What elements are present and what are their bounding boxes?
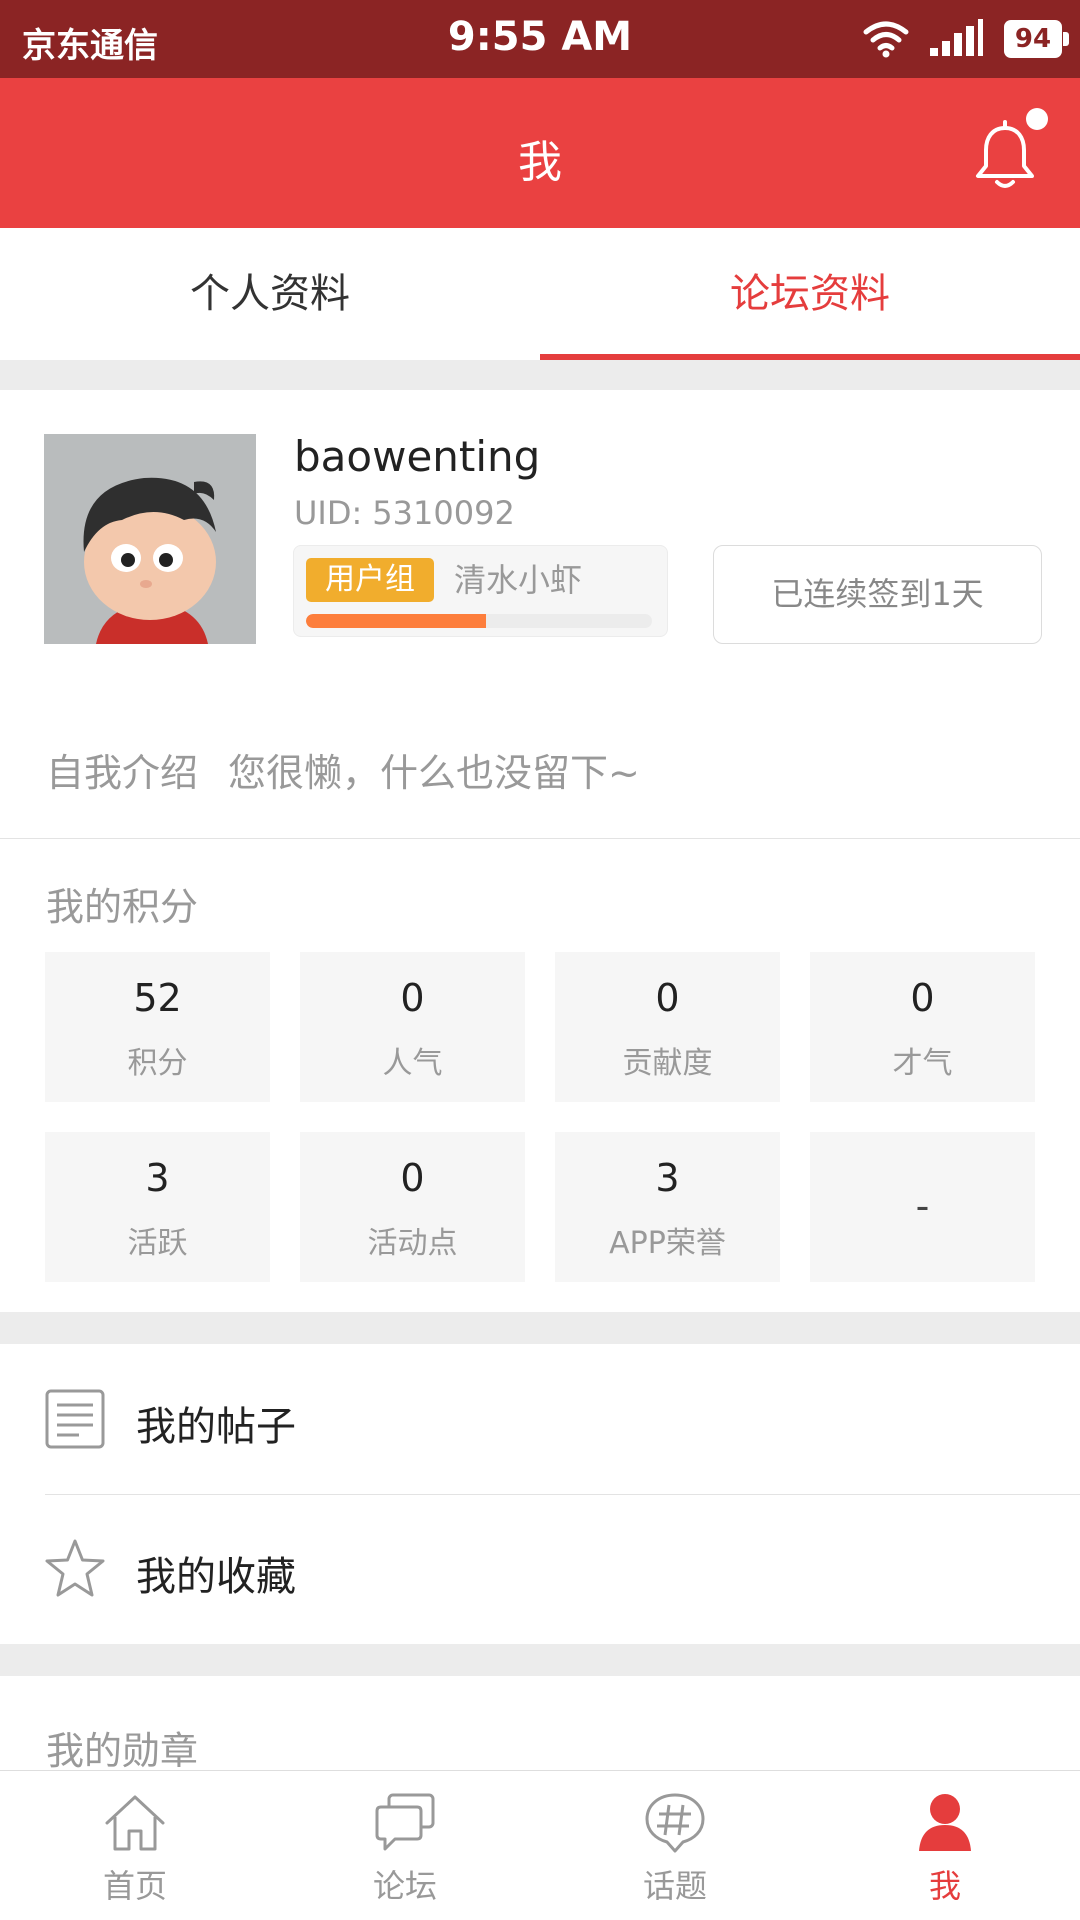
points-value: 0: [400, 976, 425, 1020]
my-favorites-row[interactable]: 我的收藏: [0, 1494, 1080, 1644]
points-cell: 3 APP荣誉: [555, 1132, 780, 1282]
avatar[interactable]: [44, 434, 256, 644]
divider: [0, 838, 1080, 839]
profile-tabs: 个人资料 论坛资料: [0, 228, 1080, 360]
points-label: 积分: [127, 1046, 188, 1081]
points-label: 人气: [382, 1046, 443, 1081]
points-value: 52: [133, 976, 182, 1020]
self-intro: 自我介绍 您很懒，什么也没留下~: [46, 742, 640, 797]
self-intro-value: 您很懒，什么也没留下~: [228, 751, 640, 795]
points-cell: 0 人气: [300, 952, 525, 1102]
points-cell: 0 贡献度: [555, 952, 780, 1102]
bottom-nav: 首页 论坛 话题 我: [0, 1770, 1080, 1920]
medals-section-title: 我的勋章: [46, 1729, 199, 1773]
battery-indicator: 94: [1004, 20, 1069, 58]
tab-personal-info[interactable]: 个人资料: [0, 228, 540, 360]
clock: 9:55 AM: [447, 14, 633, 60]
points-label: APP荣誉: [609, 1226, 726, 1261]
status-bar: 京东通信 9:55 AM 94: [0, 0, 1080, 78]
nav-home[interactable]: 首页: [0, 1771, 270, 1920]
points-cell: -: [810, 1132, 1035, 1282]
nav-home-label: 首页: [102, 1867, 167, 1905]
points-cell: 0 活动点: [300, 1132, 525, 1282]
tab-forum-info[interactable]: 论坛资料: [540, 228, 1080, 360]
points-cell: 0 才气: [810, 952, 1035, 1102]
page-title: 我: [518, 137, 562, 188]
points-cell: 52 积分: [45, 952, 270, 1102]
signal-icon: [930, 19, 983, 56]
user-group-name: 清水小虾: [454, 561, 583, 599]
star-icon: [45, 1539, 105, 1597]
nav-topics[interactable]: 话题: [540, 1771, 810, 1920]
checkin-button[interactable]: 已连续签到1天: [713, 545, 1042, 644]
app-header: 我: [0, 78, 1080, 228]
nav-forum-label: 论坛: [372, 1867, 437, 1905]
points-value: 3: [145, 1156, 170, 1200]
points-value: 0: [655, 976, 680, 1020]
level-progress-bar: [306, 614, 652, 628]
user-group-badge: 用户组: [306, 558, 434, 602]
section-divider: [0, 360, 1080, 390]
profile-icon: [919, 1794, 971, 1851]
bell-icon[interactable]: [970, 120, 1040, 192]
points-label: 活动点: [367, 1226, 458, 1261]
my-posts-label: 我的帖子: [136, 1404, 296, 1450]
points-value: 0: [910, 976, 935, 1020]
home-icon: [105, 1795, 165, 1851]
nav-me[interactable]: 我: [810, 1771, 1080, 1920]
user-id: UID: 5310092: [294, 494, 515, 532]
points-value: 0: [400, 1156, 425, 1200]
user-group-card: 用户组 清水小虾: [293, 545, 668, 637]
level-progress-fill: [306, 614, 486, 628]
points-value: -: [915, 1184, 930, 1228]
my-favorites-label: 我的收藏: [136, 1554, 296, 1600]
hashtag-icon: [645, 1793, 705, 1853]
section-divider: [0, 1644, 1080, 1676]
section-divider: [0, 1312, 1080, 1344]
wifi-icon: [863, 21, 909, 58]
username: baowenting: [294, 432, 541, 481]
nav-forum[interactable]: 论坛: [270, 1771, 540, 1920]
points-label: 贡献度: [622, 1046, 713, 1081]
my-posts-row[interactable]: 我的帖子: [0, 1344, 1080, 1494]
points-value: 3: [655, 1156, 680, 1200]
document-icon: [45, 1389, 105, 1449]
uid-label: UID:: [294, 494, 363, 532]
points-section-title: 我的积分: [46, 885, 199, 929]
notification-dot: [1026, 108, 1048, 130]
uid-value: 5310092: [372, 494, 515, 532]
points-label: 才气: [892, 1046, 953, 1081]
points-label: 活跃: [127, 1226, 188, 1261]
nav-topics-label: 话题: [642, 1867, 707, 1905]
chat-icon: [375, 1793, 435, 1851]
points-cell: 3 活跃: [45, 1132, 270, 1282]
nav-me-label: 我: [928, 1867, 961, 1905]
self-intro-label: 自我介绍: [46, 751, 199, 795]
avatar-image: [44, 434, 256, 644]
